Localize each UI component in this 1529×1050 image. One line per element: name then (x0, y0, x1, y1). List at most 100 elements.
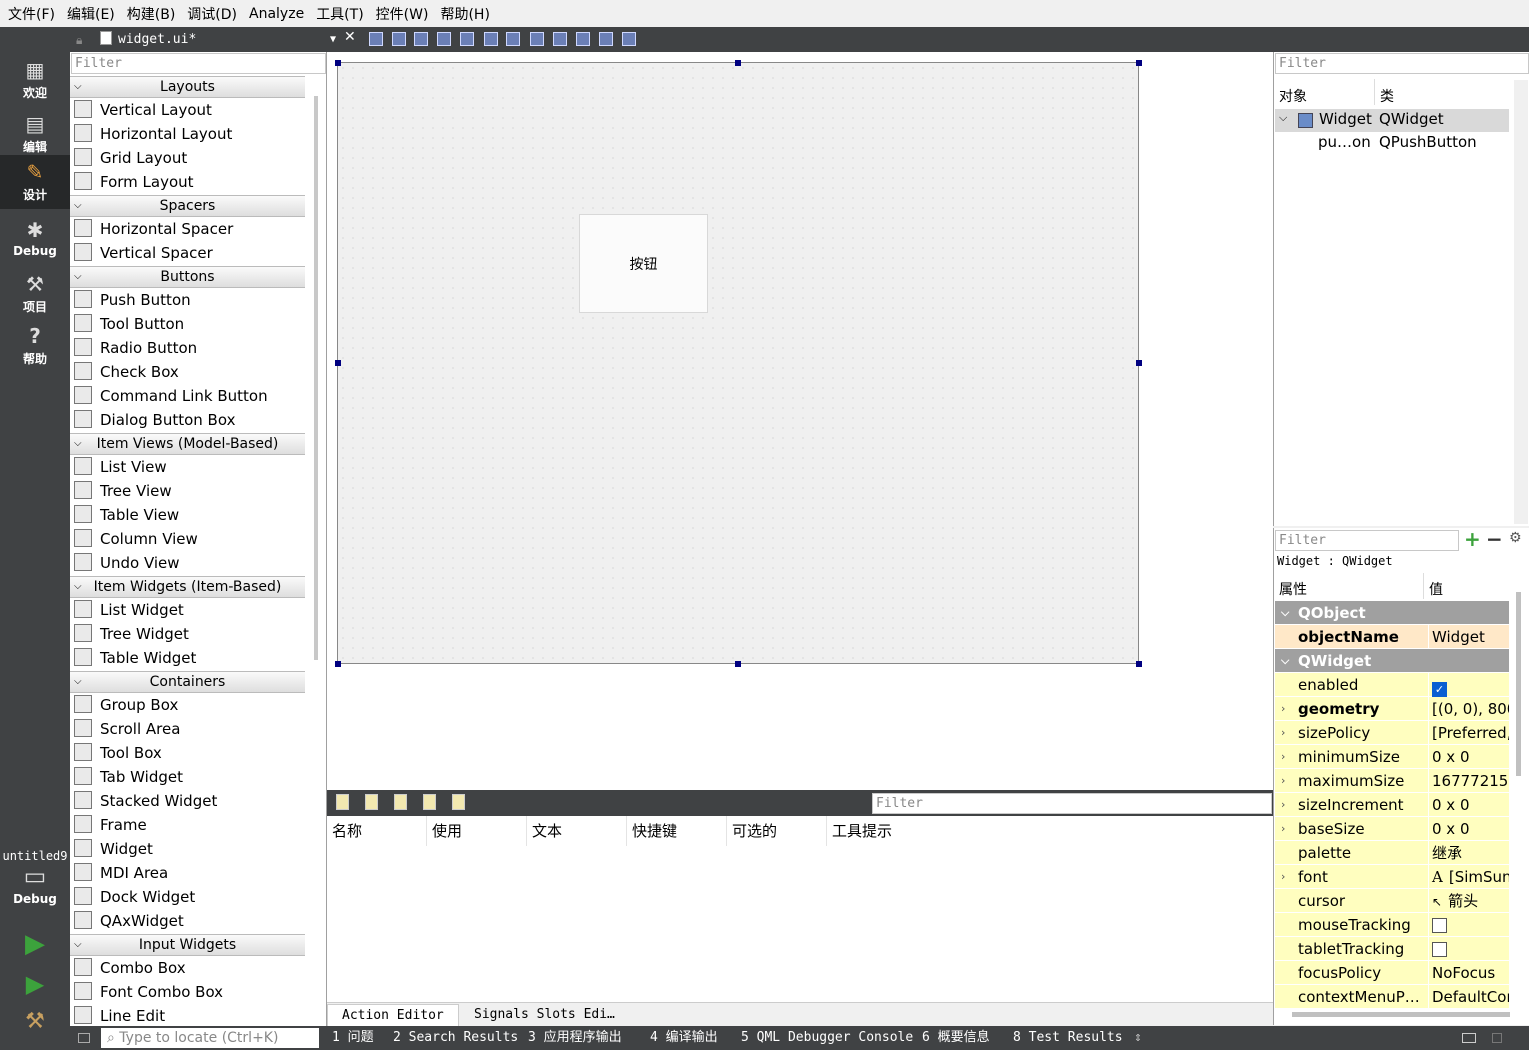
layout-horizontal-icon[interactable] (484, 32, 498, 46)
copy-action-icon[interactable] (365, 794, 378, 810)
delete-action-icon[interactable] (423, 794, 436, 810)
widget-list-widget[interactable]: List Widget (74, 598, 184, 622)
widget-tree-widget[interactable]: Tree Widget (74, 622, 189, 646)
widget-table-view[interactable]: Table View (74, 503, 179, 527)
property-filter[interactable]: Filter (1275, 530, 1459, 551)
widget-table-widget[interactable]: Table Widget (74, 646, 196, 670)
property-hscrollbar[interactable] (1292, 1012, 1510, 1017)
widget-font-combo-box[interactable]: Font Combo Box (74, 980, 223, 1004)
widget-tool-button[interactable]: Tool Button (74, 312, 184, 336)
output-pane-tab[interactable]: 3 应用程序输出 (528, 1026, 622, 1050)
menu-item[interactable]: 构建(B) (123, 4, 184, 24)
output-pane-tab[interactable]: 5 QML Debugger Console (741, 1026, 913, 1050)
menu-item[interactable]: 文件(F) (4, 4, 63, 24)
build-button[interactable]: ⚒ (0, 1010, 70, 1036)
output-pane-tab[interactable]: 4 编译输出 (650, 1026, 718, 1050)
output-pane-tab[interactable]: 8 Test Results (1013, 1026, 1123, 1050)
mode-help[interactable]: ? 帮助 (0, 324, 70, 372)
remove-property-button[interactable]: − (1486, 527, 1503, 551)
menu-item[interactable]: 调试(D) (183, 4, 245, 24)
output-toggle-icon[interactable] (1462, 1033, 1476, 1043)
resize-handle-se[interactable] (1136, 661, 1142, 667)
document-selector[interactable]: widget.ui* ▼ (96, 29, 340, 50)
object-scrollbar[interactable] (1514, 80, 1528, 524)
tab-action-editor[interactable]: Action Editor (327, 1004, 459, 1026)
category-item-widgets-item-based[interactable]: ⌵ Item Widgets (Item-Based) (70, 576, 305, 598)
widget-push-button[interactable]: Push Button (74, 288, 191, 312)
widget-combo-box[interactable]: Combo Box (74, 956, 186, 980)
run-button[interactable]: ▶ (0, 931, 70, 958)
resize-handle-nw[interactable] (335, 60, 341, 66)
property-basesize[interactable]: › baseSize 0 x 0 (1275, 817, 1509, 841)
mode-design[interactable]: ✎ 设计 (0, 155, 70, 209)
resize-handle-ne[interactable] (1136, 60, 1142, 66)
widget-widget[interactable]: Widget (74, 837, 153, 861)
widget-check-box[interactable]: Check Box (74, 360, 179, 384)
widget-box-scrollbar[interactable] (314, 96, 318, 660)
menu-item[interactable]: 帮助(H) (436, 4, 497, 24)
widget-vertical-spacer[interactable]: Vertical Spacer (74, 241, 213, 265)
output-pane-tab[interactable]: 1 问题 (332, 1026, 374, 1050)
menu-item[interactable]: 编辑(E) (63, 4, 123, 24)
widget-vertical-layout[interactable]: Vertical Layout (74, 98, 212, 122)
resize-handle-sw[interactable] (335, 661, 341, 667)
category-spacers[interactable]: ⌵ Spacers (70, 195, 305, 217)
form-widget[interactable] (337, 62, 1139, 664)
debug-run-button[interactable]: ▶ (0, 972, 70, 998)
property-checkbox[interactable] (1432, 918, 1447, 933)
widget-scroll-area[interactable]: Scroll Area (74, 717, 180, 741)
property-minimumsize[interactable]: › minimumSize 0 x 0 (1275, 745, 1509, 769)
property-scrollbar[interactable] (1516, 592, 1521, 776)
property-checkbox[interactable] (1432, 942, 1447, 957)
kit-selector[interactable]: ▭ Debug (0, 862, 70, 906)
menu-item[interactable]: 工具(T) (312, 4, 371, 24)
output-pane-tab[interactable]: 6 概要信息 (922, 1026, 990, 1050)
property-enabled[interactable]: enabled ✓ (1275, 673, 1509, 697)
category-item-views-model-based[interactable]: ⌵ Item Views (Model-Based) (70, 433, 305, 455)
property-qwidget[interactable]: ⌵ QWidget (1275, 649, 1509, 673)
add-property-button[interactable]: + (1464, 527, 1481, 551)
widget-column-view[interactable]: Column View (74, 527, 198, 551)
configure-icon[interactable] (452, 794, 465, 810)
property-objectname[interactable]: objectName Widget (1275, 625, 1509, 649)
widget-list-view[interactable]: List View (74, 455, 167, 479)
category-layouts[interactable]: ⌵ Layouts (70, 76, 305, 98)
layout-vsplit-icon[interactable] (553, 32, 567, 46)
widget-form-layout[interactable]: Form Layout (74, 170, 194, 194)
widget-group-box[interactable]: Group Box (74, 693, 178, 717)
property-sizepolicy[interactable]: › sizePolicy [Preferred, … (1275, 721, 1509, 745)
property-geometry[interactable]: › geometry [(0, 0), 800 … (1275, 697, 1509, 721)
resize-handle-w[interactable] (335, 360, 341, 366)
form-push-button[interactable]: 按钮 (579, 214, 708, 313)
configure-icon[interactable]: ⚙ (1509, 530, 1522, 546)
edit-tab-order-icon[interactable] (460, 32, 474, 46)
widget-mdi-area[interactable]: MDI Area (74, 861, 168, 885)
resize-handle-n[interactable] (735, 60, 741, 66)
widget-command-link-button[interactable]: Command Link Button (74, 384, 268, 408)
widget-tree-view[interactable]: Tree View (74, 479, 172, 503)
mode-edit[interactable]: ▤ 编辑 (0, 112, 70, 160)
action-filter[interactable]: Filter (872, 793, 1272, 814)
category-buttons[interactable]: ⌵ Buttons (70, 266, 305, 288)
category-containers[interactable]: ⌵ Containers (70, 671, 305, 693)
edit-signals-icon[interactable] (414, 32, 428, 46)
property-checkbox[interactable]: ✓ (1432, 682, 1447, 697)
property-sizeincrement[interactable]: › sizeIncrement 0 x 0 (1275, 793, 1509, 817)
widget-horizontal-layout[interactable]: Horizontal Layout (74, 122, 232, 146)
widget-grid-layout[interactable]: Grid Layout (74, 146, 187, 170)
send-to-back-icon[interactable] (369, 32, 383, 46)
widget-tool-box[interactable]: Tool Box (74, 741, 162, 765)
layout-form-icon[interactable] (599, 32, 613, 46)
property-mousetracking[interactable]: mouseTracking (1275, 913, 1509, 937)
mode-debug[interactable]: ✱ Debug (0, 218, 70, 266)
layout-hsplit-icon[interactable] (530, 32, 544, 46)
widget-dock-widget[interactable]: Dock Widget (74, 885, 195, 909)
object-filter[interactable]: Filter (1275, 53, 1529, 74)
paste-action-icon[interactable] (394, 794, 407, 810)
property-contextmenup[interactable]: contextMenuP… DefaultCon… (1275, 985, 1509, 1009)
layout-grid-icon[interactable] (576, 32, 590, 46)
property-maximumsize[interactable]: › maximumSize 16777215 … (1275, 769, 1509, 793)
property-cursor[interactable]: cursor ↖ 箭头 (1275, 889, 1509, 914)
split-icon[interactable] (1492, 1033, 1502, 1043)
property-focuspolicy[interactable]: focusPolicy NoFocus (1275, 961, 1509, 985)
